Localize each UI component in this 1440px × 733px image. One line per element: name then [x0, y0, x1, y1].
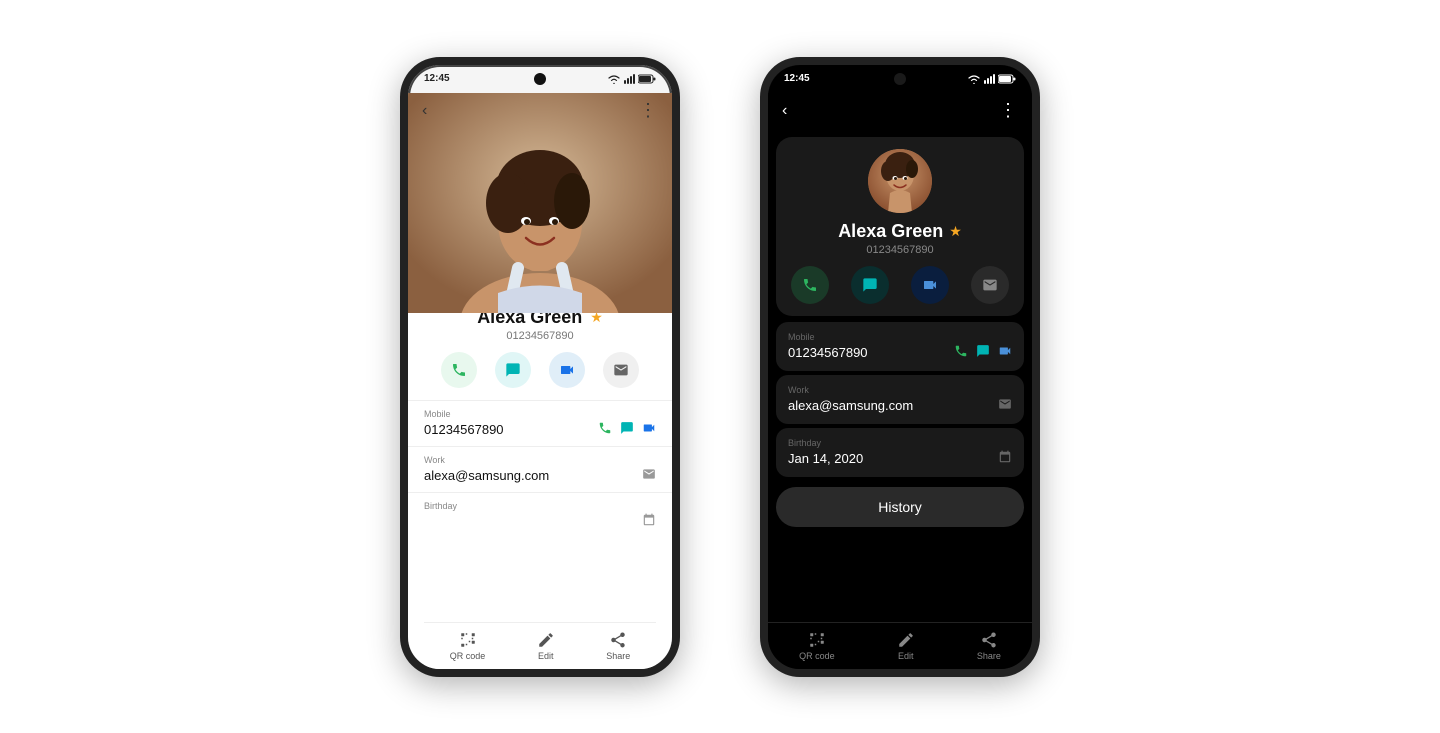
- toolbar-dark: QR code Edit Share: [768, 622, 1032, 667]
- battery-icon-dark: [998, 74, 1016, 84]
- light-phone: 12:45 ‹ ⋮: [400, 57, 680, 677]
- avatar-dark: [868, 149, 932, 213]
- qr-button-dark[interactable]: QR code: [799, 631, 835, 661]
- birthday-cal-icon-light[interactable]: [642, 513, 656, 530]
- battery-icon-light: [638, 74, 656, 84]
- share-button-light[interactable]: Share: [606, 631, 630, 661]
- mobile-call-icon-light[interactable]: [598, 421, 612, 438]
- edit-label-dark: Edit: [898, 651, 914, 661]
- dark-contact-phone: 01234567890: [866, 244, 933, 256]
- dark-mobile-actions: [954, 344, 1012, 361]
- dark-content: ‹ ⋮: [768, 93, 1032, 677]
- dark-action-icons-row: [791, 266, 1009, 304]
- share-label-dark: Share: [977, 651, 1001, 661]
- signal-icon-dark: [984, 74, 995, 84]
- dark-email-button[interactable]: [971, 266, 1009, 304]
- birthday-section-light: Birthday: [424, 493, 656, 538]
- gesture-home-dark: [900, 673, 916, 677]
- notch-dark: [894, 73, 906, 85]
- dark-call-button[interactable]: [791, 266, 829, 304]
- dark-contact-name: Alexa Green: [838, 221, 943, 242]
- back-button-dark[interactable]: ‹: [782, 102, 787, 120]
- gesture-back-dark: ‹: [990, 673, 995, 677]
- contact-phone-light: 01234567890: [424, 330, 656, 342]
- email-button-light[interactable]: [603, 352, 639, 388]
- mobile-value-light: 01234567890: [424, 422, 504, 437]
- dark-mobile-video-icon[interactable]: [998, 344, 1012, 361]
- work-label-light: Work: [424, 455, 656, 465]
- nav-bar-light: ‹ ⋮: [408, 93, 672, 129]
- dark-birthday-section: Birthday Jan 14, 2020: [776, 428, 1024, 477]
- dark-work-email-icon[interactable]: [998, 397, 1012, 414]
- dark-mobile-value: 01234567890: [788, 345, 868, 360]
- status-bar-light: 12:45: [408, 65, 672, 93]
- edit-button-light[interactable]: Edit: [537, 631, 555, 661]
- status-bar-dark: 12:45: [768, 65, 1032, 93]
- signal-icon-light: [624, 74, 635, 84]
- dark-work-label: Work: [788, 385, 1012, 395]
- dark-birthday-value: Jan 14, 2020: [788, 451, 863, 466]
- dark-mobile-section: Mobile 01234567890: [776, 322, 1024, 371]
- dark-mobile-value-row: 01234567890: [788, 344, 1012, 361]
- action-icons-row-light: [424, 352, 656, 388]
- birthday-label-light: Birthday: [424, 501, 656, 511]
- edit-label-light: Edit: [538, 651, 554, 661]
- birthday-value-row-light: [424, 513, 656, 530]
- dark-contact-name-row: Alexa Green ★: [838, 221, 962, 242]
- message-button-light[interactable]: [495, 352, 531, 388]
- notch-light: [534, 73, 546, 85]
- work-value-row-light: alexa@samsung.com: [424, 467, 656, 484]
- more-button-light[interactable]: ⋮: [639, 100, 658, 121]
- back-button-light[interactable]: ‹: [422, 102, 427, 120]
- edit-button-dark[interactable]: Edit: [897, 631, 915, 661]
- history-button[interactable]: History: [776, 487, 1024, 527]
- more-button-dark[interactable]: ⋮: [999, 100, 1018, 121]
- toolbar-light: QR code Edit Share: [424, 622, 656, 671]
- dark-birthday-cal-icon[interactable]: [998, 450, 1012, 467]
- status-icons-light: [607, 74, 656, 84]
- nav-bar-dark: ‹ ⋮: [768, 93, 1032, 129]
- dark-birthday-label: Birthday: [788, 438, 1012, 448]
- work-actions-light: [642, 467, 656, 484]
- work-section-light: Work alexa@samsung.com: [424, 447, 656, 492]
- mobile-value-row-light: 01234567890: [424, 421, 656, 438]
- dark-birthday-value-row: Jan 14, 2020: [788, 450, 1012, 467]
- light-content: ‹ ⋮: [408, 93, 672, 677]
- qr-button-light[interactable]: QR code: [450, 631, 486, 661]
- contact-card-light: Alexa Green ★ 01234567890: [408, 293, 672, 677]
- wifi-icon-dark: [967, 74, 981, 84]
- dark-work-value: alexa@samsung.com: [788, 398, 913, 413]
- nav-gestures-dark: ‹: [768, 667, 1032, 677]
- time-light: 12:45: [424, 73, 450, 84]
- dark-work-section: Work alexa@samsung.com: [776, 375, 1024, 424]
- dark-mobile-label: Mobile: [788, 332, 1012, 342]
- time-dark: 12:45: [784, 73, 810, 84]
- dark-mobile-call-icon[interactable]: [954, 344, 968, 361]
- dark-mobile-msg-icon[interactable]: [976, 344, 990, 361]
- work-email-icon-light[interactable]: [642, 467, 656, 484]
- avatar-photo-dark: [868, 149, 932, 213]
- mobile-actions-light: [598, 421, 656, 438]
- share-button-dark[interactable]: Share: [977, 631, 1001, 661]
- star-icon-dark: ★: [949, 223, 962, 240]
- share-label-light: Share: [606, 651, 630, 661]
- call-button-light[interactable]: [441, 352, 477, 388]
- mobile-video-icon-light[interactable]: [642, 421, 656, 438]
- nav-gestures-light: ‹: [424, 671, 656, 677]
- mobile-msg-icon-light[interactable]: [620, 421, 634, 438]
- dark-message-button[interactable]: [851, 266, 889, 304]
- mobile-label-light: Mobile: [424, 409, 656, 419]
- qr-label-dark: QR code: [799, 651, 835, 661]
- video-button-light[interactable]: [549, 352, 585, 388]
- work-value-light: alexa@samsung.com: [424, 468, 549, 483]
- dark-phone: 12:45 ‹ ⋮: [760, 57, 1040, 677]
- dark-avatar-section: Alexa Green ★ 01234567890: [776, 137, 1024, 316]
- dark-video-button[interactable]: [911, 266, 949, 304]
- qr-label-light: QR code: [450, 651, 486, 661]
- status-icons-dark: [967, 74, 1016, 84]
- mobile-section-light: Mobile 01234567890: [424, 401, 656, 446]
- dark-work-value-row: alexa@samsung.com: [788, 397, 1012, 414]
- wifi-icon-light: [607, 74, 621, 84]
